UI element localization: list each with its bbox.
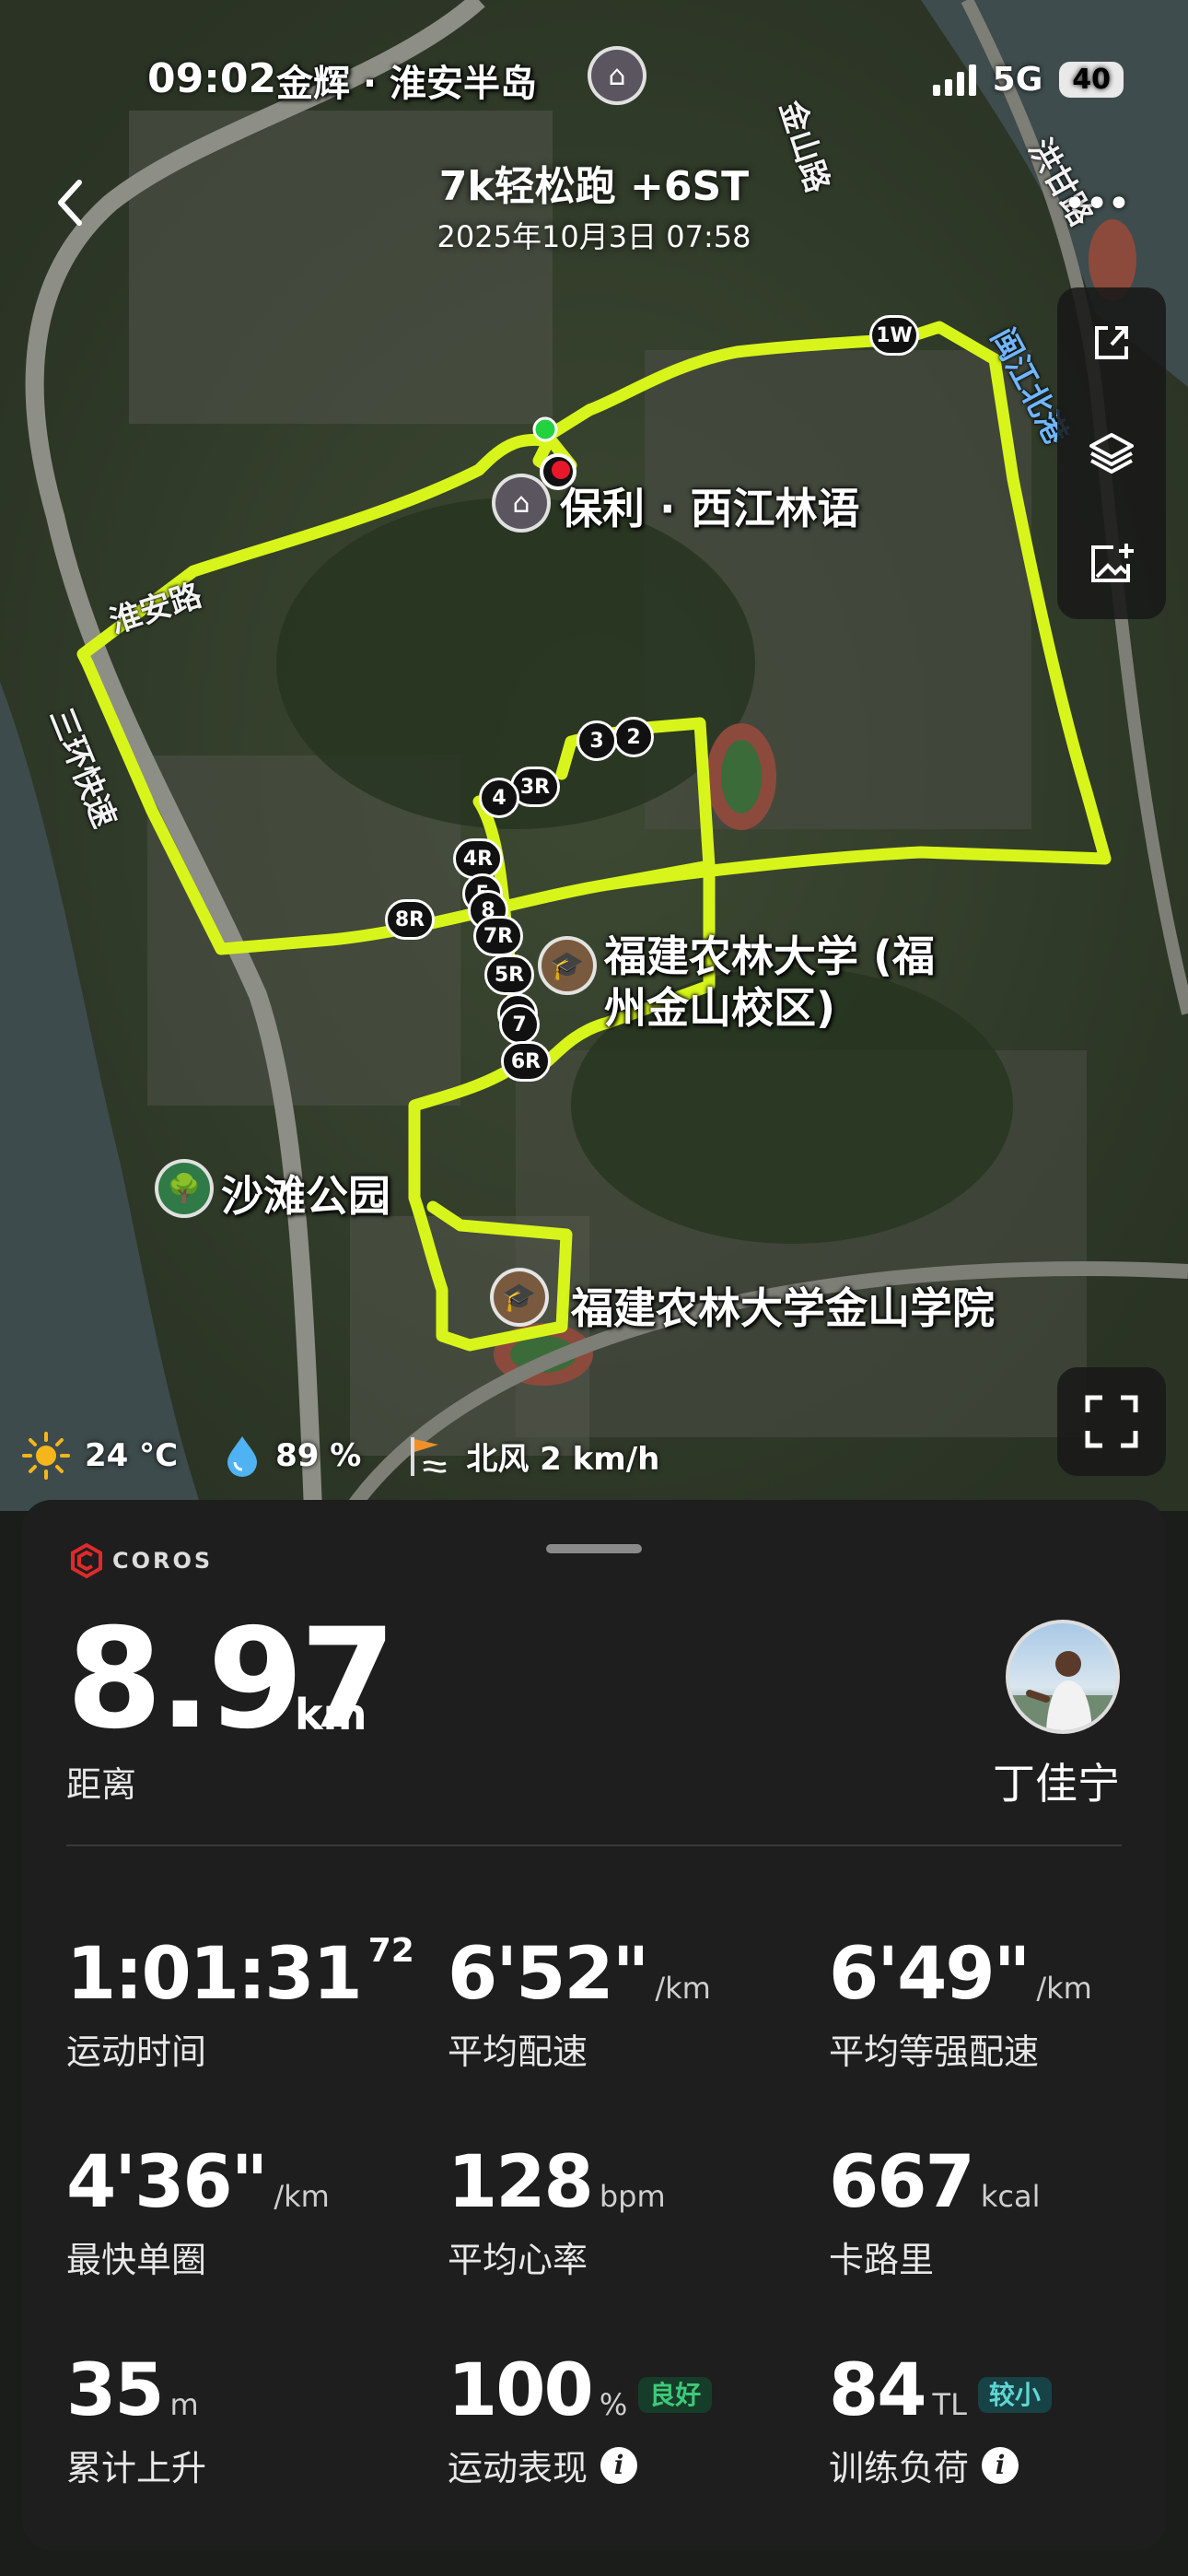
school-icon: 🎓	[494, 1271, 545, 1323]
share-icon	[1095, 326, 1128, 359]
lap-marker[interactable]: 4	[479, 778, 519, 818]
info-icon[interactable]: i	[982, 2446, 1019, 2484]
avatar[interactable]	[1006, 1620, 1120, 1734]
activity-title: 7k轻松跑 +6ST	[438, 163, 750, 210]
weather-bar: 24 °C 89 % 北风 2 km/h	[20, 1430, 687, 1481]
layers-button[interactable]	[1079, 421, 1144, 486]
stat-label: 运动时间	[66, 2032, 207, 2072]
stat-label: 累计上升	[66, 2448, 207, 2488]
stat-label: 平均配速	[448, 2032, 588, 2072]
place-beach-park[interactable]: 沙滩公园	[221, 1163, 390, 1224]
stat-unit: TL	[932, 2387, 967, 2422]
residence-icon: ⌂	[495, 477, 547, 529]
lap-marker[interactable]: 6R	[501, 1041, 551, 1082]
stat-avg-heart-rate: 128 bpm 平均心率	[448, 2147, 666, 2282]
sun-icon	[22, 1432, 70, 1480]
brand-logo: COROS	[68, 1542, 213, 1579]
stat-unit: m	[169, 2387, 199, 2422]
stat-value: 667	[829, 2141, 975, 2224]
park-icon: 🌳	[158, 1163, 210, 1214]
more-icon: •••	[1063, 181, 1131, 228]
distance-label: 距离	[66, 1764, 137, 1805]
lap-marker[interactable]: 1W	[869, 315, 919, 356]
drag-handle[interactable]	[546, 1544, 642, 1553]
stat-unit: /km	[1036, 1971, 1092, 2006]
stat-label: 卡路里	[829, 2240, 935, 2280]
stat-duration: 1:01:31 72 运动时间	[66, 1935, 414, 2074]
lap-marker[interactable]: 8R	[385, 899, 435, 940]
lap-marker[interactable]: 2	[613, 717, 654, 757]
place-poly-xijiang[interactable]: 保利 · 西江林语	[560, 475, 860, 536]
info-icon[interactable]: i	[600, 2446, 638, 2484]
stat-unit: bpm	[599, 2179, 666, 2214]
wind-icon	[411, 1437, 447, 1476]
share-button[interactable]	[1079, 310, 1144, 375]
stat-value: 4'36"	[66, 2141, 268, 2224]
stat-unit: /km	[274, 2179, 330, 2214]
activity-datetime: 2025年10月3日 07:58	[437, 219, 751, 254]
stat-value: 100	[448, 2349, 594, 2432]
signal-icon	[932, 64, 976, 96]
place-fafu-line2[interactable]: 州金山校区)	[604, 975, 835, 1036]
wind: 北风 2 km/h	[466, 1440, 660, 1478]
stat-value: 1:01:31	[66, 1933, 363, 2016]
summary-panel: COROS 8.97 km 距离 丁佳宁 1:01:31 72 运动时间 6'52…	[22, 1500, 1166, 2550]
stat-value: 128	[448, 2141, 594, 2224]
stat-label: 最快单圈	[66, 2240, 207, 2280]
lap-marker[interactable]: 3	[577, 720, 617, 761]
stat-performance[interactable]: 100% 良好 运动表现 i	[448, 2355, 713, 2490]
stat-fastest-lap: 4'36"/km 最快单圈	[66, 2147, 330, 2282]
stat-avg-pace: 6'52"/km 平均配速	[448, 1938, 711, 2074]
network-type: 5G	[992, 61, 1043, 99]
stat-label: 运动表现	[448, 2448, 588, 2488]
place-fafu-jinshan[interactable]: 福建农林大学金山学院	[571, 1275, 995, 1336]
humidity: 89 %	[275, 1437, 362, 1474]
stat-grade-adjusted-pace: 6'49"/km 平均等强配速	[829, 1938, 1092, 2074]
avatar-photo	[1009, 1651, 1116, 1730]
lap-marker[interactable]: 7R	[473, 916, 523, 956]
stat-calories: 667 kcal 卡路里	[829, 2147, 1040, 2282]
stat-label: 平均心率	[448, 2240, 588, 2280]
stat-value: 6'49"	[829, 1933, 1031, 2016]
training-load-badge: 较小	[977, 2377, 1052, 2413]
layers-icon	[1089, 433, 1134, 474]
stat-unit: %	[599, 2387, 628, 2422]
residence-icon: ⌂	[591, 50, 643, 101]
stat-label: 训练负荷	[829, 2448, 970, 2488]
stat-hundredths: 72	[367, 1932, 414, 1970]
stat-value: 6'52"	[448, 1933, 649, 2016]
battery-icon: 40	[1059, 62, 1124, 98]
divider	[66, 1844, 1122, 1846]
add-photo-icon	[1091, 544, 1134, 582]
temperature: 24 °C	[85, 1437, 179, 1474]
stat-unit: kcal	[980, 2179, 1041, 2214]
humidity-icon	[227, 1436, 258, 1477]
stat-elevation-gain: 35 m 累计上升	[66, 2355, 206, 2490]
stat-unit: /km	[655, 1971, 711, 2006]
lap-marker[interactable]: 7	[499, 1004, 540, 1045]
school-icon: 🎓	[542, 940, 593, 991]
fullscreen-button[interactable]	[1057, 1367, 1166, 1476]
performance-badge: 良好	[638, 2377, 713, 2413]
distance-unit: km	[295, 1690, 367, 1739]
stat-value: 35	[66, 2349, 165, 2432]
more-button[interactable]: •••	[1063, 181, 1131, 228]
lap-marker[interactable]: 5R	[484, 954, 534, 995]
add-photo-button[interactable]	[1079, 532, 1144, 596]
brand-name: COROS	[112, 1548, 214, 1574]
status-time: 09:02	[147, 55, 277, 102]
fullscreen-icon	[1085, 1395, 1138, 1448]
user-name: 丁佳宁	[993, 1759, 1120, 1809]
coros-logo-icon	[71, 1542, 102, 1579]
stat-training-load[interactable]: 84 TL 较小 训练负荷 i	[829, 2355, 1052, 2490]
start-point	[532, 416, 558, 442]
status-indicators: 5G 40	[932, 61, 1124, 99]
place-jinhui[interactable]: 金辉 · 淮安半岛	[276, 53, 537, 107]
map-toolbar	[1057, 287, 1166, 619]
stat-value: 84	[829, 2349, 927, 2432]
stat-label: 平均等强配速	[829, 2032, 1040, 2072]
